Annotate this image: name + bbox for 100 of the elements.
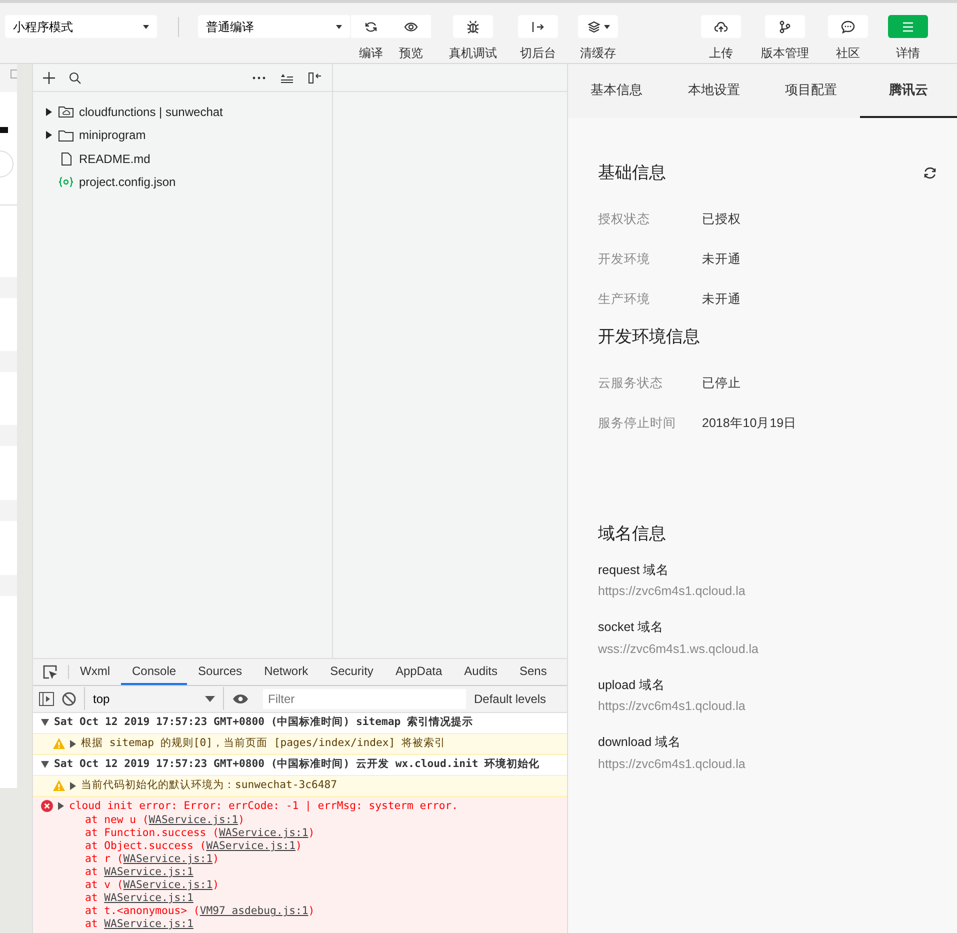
console-message: Sat Oct 12 2019 17:57:23 GMT+0800 (中国标准时间) sitemap 索引情况提示 <box>54 714 474 730</box>
section-title: 域名信息 <box>598 523 667 545</box>
field-label: 授权状态 <box>598 211 651 228</box>
domain-label: request 域名 <box>598 562 670 579</box>
layers-icon <box>586 20 600 34</box>
source-link[interactable]: WAService.js:1 <box>206 840 296 852</box>
collapsed-arrow-icon[interactable] <box>70 740 76 748</box>
stack-text: ) <box>295 840 302 852</box>
refresh-icon[interactable] <box>923 166 937 180</box>
settings-tab[interactable]: 本地设置 <box>665 64 762 118</box>
field-label: 云服务状态 <box>598 374 664 392</box>
chat-bubble-icon <box>841 20 855 34</box>
settings-tab[interactable]: 基本信息 <box>568 64 666 118</box>
collapse-panel-icon[interactable] <box>308 72 322 84</box>
field-label: 开发环境 <box>598 251 651 268</box>
domain-value: https://zvc6m4s1.qcloud.la <box>598 698 746 716</box>
devtools-tab[interactable]: Wxml <box>69 659 121 685</box>
plus-icon[interactable] <box>43 72 55 84</box>
bug-icon <box>466 20 480 34</box>
expanded-arrow-icon <box>41 761 49 768</box>
stack-text: at r ( <box>85 853 124 866</box>
stack-text: at <box>85 892 99 904</box>
devtools-tab[interactable]: Network <box>253 659 320 685</box>
exit-arrow-icon <box>531 20 545 34</box>
file-tree-item[interactable]: project.config.json <box>45 170 332 194</box>
devtools-tab[interactable]: Security <box>319 659 384 685</box>
inspect-icon[interactable] <box>43 664 58 680</box>
stack-text: ) <box>308 905 315 918</box>
source-link[interactable]: VM97 asdebug.js:1 <box>200 905 308 918</box>
toolbar-label: 详情 <box>896 45 920 62</box>
devtools-tab[interactable]: AppData <box>384 659 454 685</box>
field-label: 生产环境 <box>598 291 651 308</box>
toolbar-label: 切后台 <box>520 45 556 62</box>
toolbar-button[interactable] <box>701 15 741 38</box>
source-link[interactable]: WAService.js:1 <box>218 827 308 840</box>
file-tree-item[interactable]: README.md <box>45 147 332 170</box>
field-value: 未开通 <box>702 291 741 308</box>
eye-icon <box>404 20 418 34</box>
compile-select[interactable]: 普通编译 <box>198 15 350 38</box>
field-value: 2018年10月19日 <box>702 414 797 432</box>
settings-tab[interactable]: 项目配置 <box>762 64 860 118</box>
context-select[interactable]: top <box>84 687 224 710</box>
devtools-tab[interactable]: Audits <box>453 659 508 685</box>
collapsed-arrow-icon[interactable] <box>70 782 76 790</box>
devtools-tab[interactable]: Sources <box>187 659 254 685</box>
devtools-tab[interactable]: Sens <box>508 659 558 685</box>
domain-value: wss://zvc6m4s1.ws.qcloud.la <box>598 640 760 658</box>
field-value: 已停止 <box>702 374 741 392</box>
source-link[interactable]: WAService.js:1 <box>148 814 238 826</box>
toolbar-button[interactable] <box>391 15 431 38</box>
collapse-list-icon[interactable] <box>280 72 294 82</box>
clear-console-icon[interactable] <box>62 692 76 706</box>
domain-label: socket 域名 <box>598 619 665 636</box>
search-icon[interactable] <box>69 72 81 84</box>
file-tree-item[interactable]: cloudfunctions | sunwechat <box>45 100 332 124</box>
collapsed-arrow-icon <box>45 131 53 140</box>
error-message: cloud init error: Error: errCode: -1 | errMsg: systerm error. <box>69 798 458 814</box>
stack-text: ) <box>308 827 315 840</box>
console-message: 当前代码初始化的默认环境为：sunwechat-3c6487 <box>81 778 338 793</box>
warning-icon <box>53 780 65 792</box>
source-link[interactable]: WAService.js:1 <box>123 853 213 866</box>
menu-icon <box>901 20 915 34</box>
more-icon[interactable] <box>252 76 266 80</box>
file-tree-item[interactable]: miniprogram <box>45 124 332 147</box>
toolbar-button[interactable] <box>453 15 493 38</box>
toolbar-button[interactable] <box>828 15 868 38</box>
details-button[interactable] <box>888 15 928 38</box>
toolbar-label: 真机调试 <box>449 45 497 62</box>
stack-text: ) <box>212 879 219 892</box>
source-link[interactable]: WAService.js:1 <box>104 892 194 904</box>
toolbar-label: 社区 <box>836 45 860 62</box>
toolbar-label: 版本管理 <box>761 45 809 62</box>
domain-label: download 域名 <box>598 734 682 751</box>
toolbar-button[interactable] <box>351 15 391 38</box>
source-link[interactable]: WAService.js:1 <box>104 866 194 878</box>
toolbar-button[interactable] <box>518 15 558 38</box>
field-label: 服务停止时间 <box>598 414 677 432</box>
domain-value: https://zvc6m4s1.qcloud.la <box>598 756 746 773</box>
collapsed-arrow-icon <box>45 108 53 116</box>
json-icon <box>58 176 74 188</box>
levels-dropdown[interactable]: Default levels <box>474 690 546 708</box>
collapsed-arrow-icon[interactable] <box>58 802 64 810</box>
branch-icon <box>778 20 792 34</box>
mode-select[interactable]: 小程序模式 <box>5 15 157 38</box>
toolbar-button[interactable] <box>765 15 805 38</box>
stack-text: at Function.success ( <box>85 827 219 840</box>
sidebar-toggle-icon[interactable] <box>39 692 54 706</box>
field-value: 已授权 <box>702 211 741 228</box>
toolbar-label: 编译 <box>359 45 383 62</box>
section-title: 开发环境信息 <box>598 326 700 348</box>
filter-field[interactable]: Filter <box>263 688 466 709</box>
stack-text: at <box>85 918 99 930</box>
settings-tab[interactable]: 腾讯云 <box>860 64 957 118</box>
source-link[interactable]: WAService.js:1 <box>123 879 213 892</box>
cloud-folder-icon <box>58 105 74 118</box>
refresh-icon <box>364 20 378 34</box>
source-link[interactable]: WAService.js:1 <box>104 918 194 930</box>
toolbar-button[interactable] <box>578 15 618 38</box>
eye-icon[interactable] <box>232 692 249 705</box>
stack-text: at t.<anonymous> ( <box>85 905 200 918</box>
